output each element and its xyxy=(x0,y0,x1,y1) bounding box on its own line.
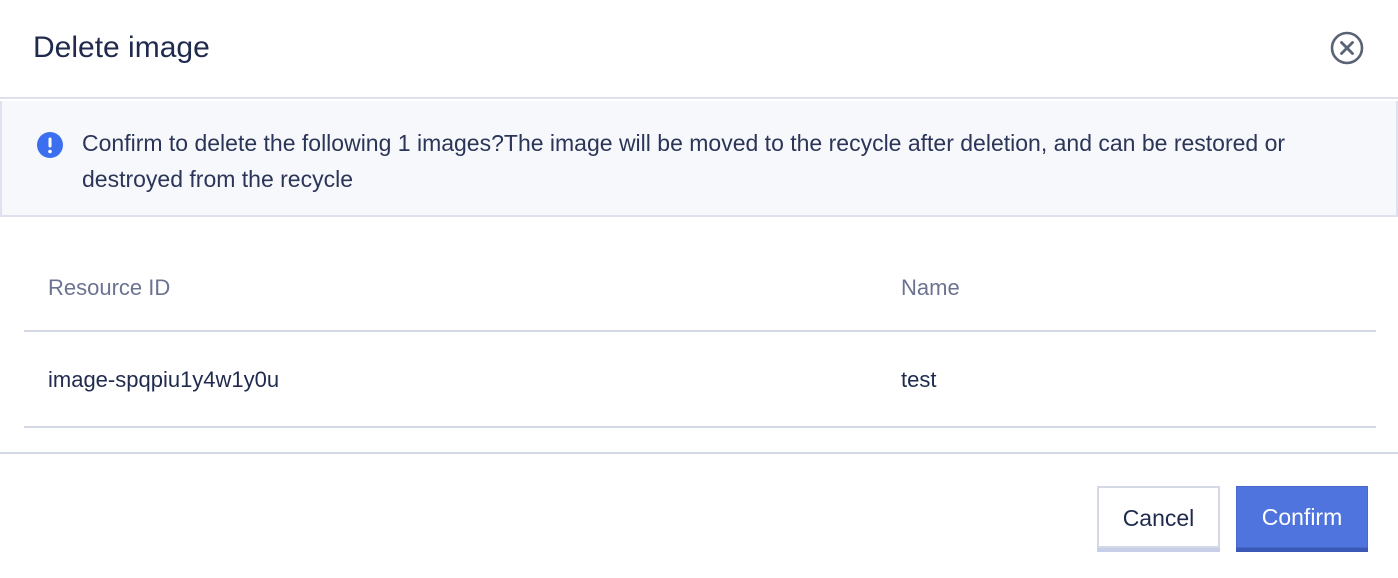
close-icon[interactable] xyxy=(1330,31,1364,65)
cancel-button[interactable]: Cancel xyxy=(1097,486,1220,548)
resource-id-cell: image-spqpiu1y4w1y0u xyxy=(48,367,280,392)
info-exclamation-icon xyxy=(37,132,63,158)
dialog-title: Delete image xyxy=(33,31,210,64)
resource-table: Resource ID Name image-spqpiu1y4w1y0u te… xyxy=(24,244,1376,428)
dialog-header: Delete image xyxy=(0,0,1398,99)
info-alert: Confirm to delete the following 1 images… xyxy=(0,101,1398,217)
name-cell: test xyxy=(901,367,937,392)
table-header-row: Resource ID Name xyxy=(24,244,1376,332)
column-header-resource-id: Resource ID xyxy=(48,275,171,300)
delete-image-dialog: Delete image Confirm to delete the follo… xyxy=(0,0,1398,578)
column-header-name: Name xyxy=(901,275,960,300)
confirm-button[interactable]: Confirm xyxy=(1236,486,1368,548)
table-row: image-spqpiu1y4w1y0u test xyxy=(24,332,1376,428)
alert-message: Confirm to delete the following 1 images… xyxy=(82,130,1286,192)
footer-divider xyxy=(0,452,1398,454)
